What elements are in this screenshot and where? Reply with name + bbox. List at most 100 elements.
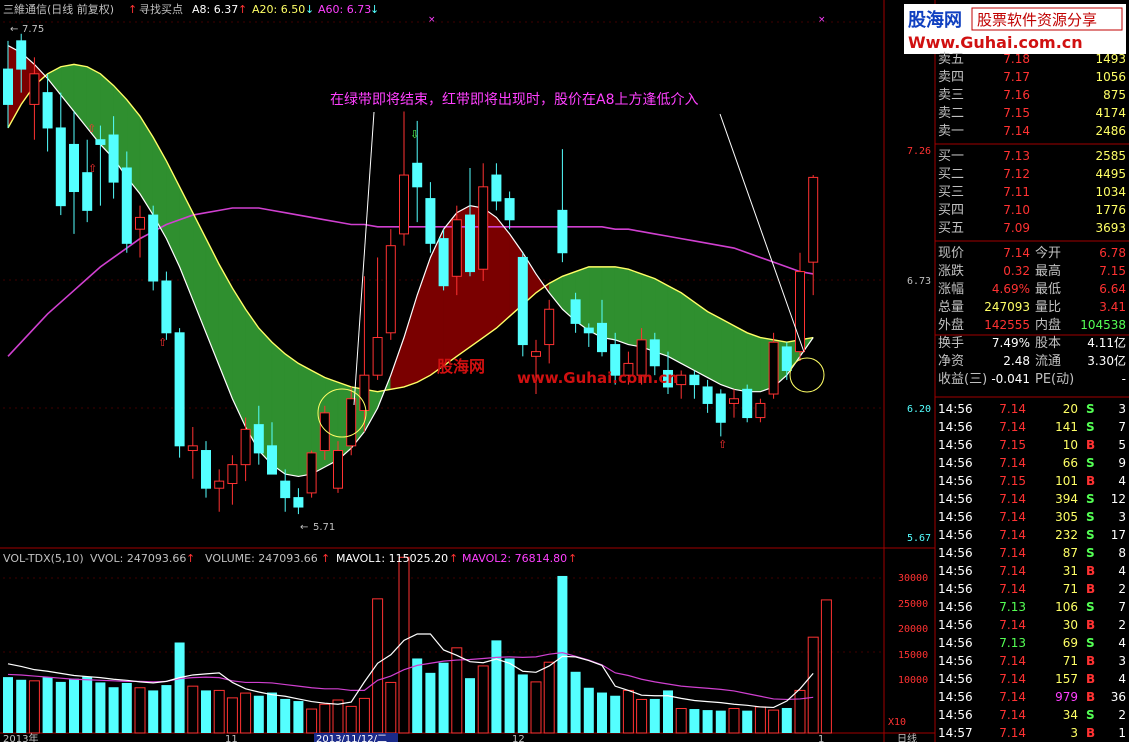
volume-bar-down <box>742 710 753 733</box>
bid-volume: 3693 <box>1095 221 1126 235</box>
candle-body-down <box>280 480 291 499</box>
tick-time: 14:56 <box>938 492 973 506</box>
tick-volume: 141 <box>1055 420 1078 434</box>
tick-time: 14:56 <box>938 528 973 542</box>
volume-bar-down <box>201 690 211 733</box>
bid-volume: 2585 <box>1095 149 1126 163</box>
volume-bar-down <box>583 687 594 733</box>
candle-body-down <box>438 238 449 287</box>
tick-count: 9 <box>1118 456 1126 470</box>
candle-body-down <box>504 198 515 221</box>
quote-label: 净资 <box>938 354 964 369</box>
candle-body-up <box>531 351 541 357</box>
volume-bar-down <box>702 710 713 733</box>
volume-bar-down <box>504 658 515 733</box>
tick-time: 14:56 <box>938 456 973 470</box>
tick-side: S <box>1086 510 1095 524</box>
tick-volume: 71 <box>1063 654 1078 668</box>
tick-time: 14:56 <box>938 618 973 632</box>
tick-volume: 157 <box>1055 672 1078 686</box>
date-label: 11 <box>225 734 238 742</box>
volume-bar-down <box>42 677 53 733</box>
volume-bar-down <box>715 710 726 733</box>
logo-slogan: 股票软件资源分享 <box>977 11 1097 29</box>
candle-body-down <box>161 280 172 334</box>
bid-level-label: 买五 <box>938 221 964 236</box>
tick-count: 2 <box>1118 618 1126 632</box>
up-arrow-icon: ↑ <box>128 3 137 16</box>
candle-body-down <box>702 386 713 404</box>
volume-bar-down <box>491 640 502 733</box>
tick-side: B <box>1086 690 1095 704</box>
tick-time: 14:56 <box>938 402 973 416</box>
price-tick-label: 5.67 <box>907 533 931 544</box>
tick-price: 7.14 <box>999 672 1026 686</box>
tick-volume: 232 <box>1055 528 1078 542</box>
candle-body-down <box>108 134 119 183</box>
quote-value: 104538 <box>1080 318 1126 332</box>
tick-price: 7.15 <box>999 474 1026 488</box>
quote-value: 4.11亿 <box>1087 335 1126 350</box>
tick-volume: 394 <box>1055 492 1078 506</box>
tick-volume: 106 <box>1055 600 1078 614</box>
quote-label: 内盘 <box>1035 317 1061 333</box>
volume-bar-down <box>280 698 291 733</box>
volume-bar-up <box>754 706 766 734</box>
volume-tick-label: 20000 <box>898 624 928 635</box>
date-label: 1 <box>818 734 824 742</box>
ask-price: 7.17 <box>1003 70 1030 84</box>
bid-price: 7.13 <box>1003 149 1030 163</box>
ask-price: 7.18 <box>1003 52 1030 66</box>
volume-bar-down <box>108 687 119 733</box>
volume-bar-down <box>689 709 700 733</box>
volume-bar-down <box>174 642 185 733</box>
candle-body-down <box>121 167 132 244</box>
candle-body-down <box>425 198 436 244</box>
tick-price: 7.13 <box>999 636 1026 650</box>
candle-body-down <box>649 339 660 367</box>
volume-bar-down <box>517 674 528 733</box>
tick-count: 17 <box>1111 528 1126 542</box>
volume-bar-up <box>372 598 384 734</box>
quote-label: 量比 <box>1035 300 1061 315</box>
green-band-segment <box>628 268 642 348</box>
quote-value: 247093 <box>984 300 1030 314</box>
candle-body-down <box>583 327 594 334</box>
volume-bar-up <box>319 703 331 734</box>
green-band-segment <box>667 285 682 364</box>
volume-bar-down <box>3 677 13 733</box>
volume-value: VOLUME: 247093.66 <box>205 552 318 565</box>
green-band-segment <box>694 301 708 379</box>
tick-volume: 10 <box>1063 438 1078 452</box>
tick-volume: 305 <box>1055 510 1078 524</box>
volume-bar-down <box>649 698 660 733</box>
candle-body-up <box>544 308 555 346</box>
high-price-mark-arrow: ← <box>10 24 18 35</box>
candle-body-up <box>214 480 225 489</box>
candle-body-up <box>399 174 409 235</box>
candle-body-up <box>768 341 779 395</box>
volume-bar-up <box>636 698 648 734</box>
tick-count: 8 <box>1118 546 1126 560</box>
tick-volume: 69 <box>1063 636 1078 650</box>
tick-price: 7.14 <box>999 402 1026 416</box>
date-cursor-label: 2013/11/12/二 <box>316 734 387 742</box>
quote-label: 换手 <box>938 336 964 351</box>
candle-body-down <box>491 174 502 202</box>
candle-body-down <box>267 445 277 475</box>
date-label: 12 <box>512 734 525 742</box>
candle-body-down <box>412 162 423 188</box>
up-arrow-icon: ↑ <box>568 552 577 565</box>
volume-bar-down <box>610 695 621 733</box>
volume-bar-up <box>332 699 344 734</box>
volume-bar-up <box>622 689 634 734</box>
tick-volume: 71 <box>1063 582 1078 596</box>
buy-signal-arrow-icon: ⇧ <box>88 162 97 175</box>
low-price-mark: 5.71 <box>313 522 335 533</box>
quote-label: 收益(三) <box>938 372 987 387</box>
volume-bar-down <box>781 707 792 733</box>
ask-volume: 4174 <box>1095 106 1126 120</box>
tick-side: S <box>1086 546 1095 560</box>
candle-body-up <box>346 398 357 447</box>
tick-volume: 3 <box>1070 726 1078 740</box>
